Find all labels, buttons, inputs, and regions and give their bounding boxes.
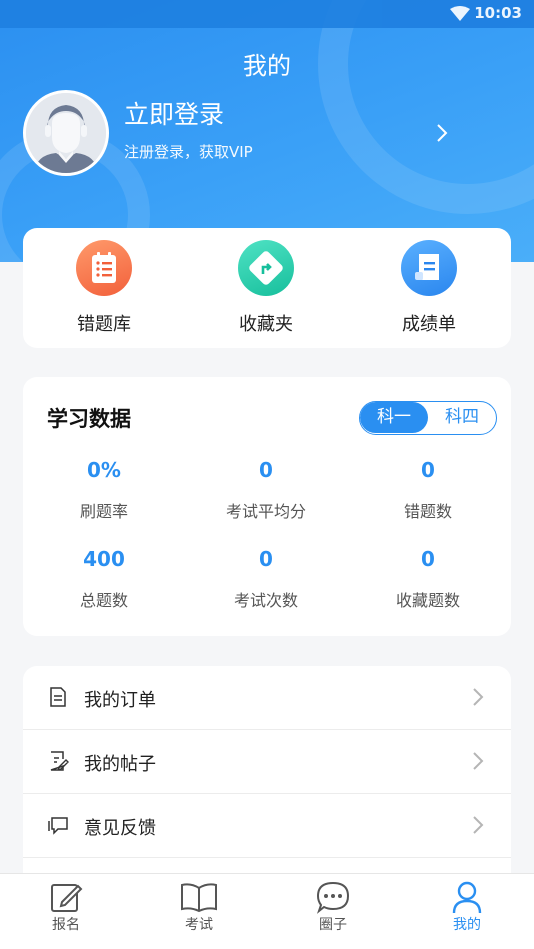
stat-favorite-count: 0 收藏题数 [347,547,509,611]
favorites-icon [238,240,294,296]
tab-label: 圈子 [319,917,347,933]
menu-item-posts[interactable]: 我的帖子 [23,730,511,794]
menu-label: 意见反馈 [84,818,156,839]
user-icon [452,881,482,914]
tab-label: 考试 [185,917,213,933]
login-subtitle: 注册登录，获取VIP [124,143,253,161]
tab-label: 我的 [453,917,481,933]
stat-value: 0 [259,547,273,571]
stat-value: 400 [83,547,125,571]
stat-average-score: 0 考试平均分 [185,458,347,522]
tab-exam[interactable]: 考试 [159,880,239,934]
stat-label: 考试次数 [233,591,298,610]
shortcut-wrong-questions[interactable]: 错题库 [44,240,164,336]
chevron-right-icon [473,688,484,706]
tab-mine[interactable]: 我的 [427,880,507,934]
edit-icon [51,884,83,912]
stat-label: 总题数 [79,591,128,610]
shortcut-transcript[interactable]: 成绩单 [369,240,489,336]
tab-signup[interactable]: 报名 [26,880,106,934]
shortcut-label: 成绩单 [402,314,456,335]
menu-item-feedback[interactable]: 意见反馈 [23,794,511,858]
shortcut-label: 收藏夹 [239,314,293,335]
stat-label: 错题数 [403,502,452,521]
chevron-right-icon [473,752,484,770]
stat-value: 0 [421,458,435,482]
chevron-right-icon[interactable] [435,123,449,143]
stat-exam-count: 0 考试次数 [185,547,347,611]
tab-label: 报名 [52,917,80,933]
chat-icon [316,881,350,914]
avatar[interactable] [23,90,109,176]
wrong-questions-icon [76,240,132,296]
shortcut-favorites[interactable]: 收藏夹 [206,240,326,336]
subject-toggle: 科一 科四 [359,401,497,435]
stat-total-questions: 400 总题数 [23,547,185,611]
stat-value: 0 [259,458,273,482]
menu-item-orders[interactable]: 我的订单 [23,666,511,730]
transcript-icon [401,240,457,296]
stat-label: 考试平均分 [225,502,306,521]
stat-value: 0% [87,458,121,482]
status-time: 10:03 [474,4,522,22]
study-data-title: 学习数据 [47,407,131,431]
profile-header: 10:03 我的 立即登录 注册登录，获取VIP [0,0,534,262]
stat-label: 收藏题数 [395,591,460,610]
edit-note-icon [50,751,69,771]
stat-label: 刷题率 [79,502,128,521]
subject-option-4[interactable]: 科四 [428,402,496,433]
chevron-right-icon [473,816,484,834]
stat-wrong-count: 0 错题数 [347,458,509,522]
wifi-icon [450,6,470,21]
page-title: 我的 [243,52,291,80]
menu-label: 我的订单 [84,690,156,711]
shortcut-card: 错题库 收藏夹 成绩单 [23,228,511,348]
login-title[interactable]: 立即登录 [124,95,224,131]
decor-ring [318,0,534,214]
bottom-tab-bar: 报名 考试 圈子 我的 [0,873,534,949]
document-icon [50,687,66,707]
tab-circle[interactable]: 圈子 [293,880,373,934]
study-data-card: 学习数据 科一 科四 0% 刷题率 0 考试平均分 0 错题数 400 总题数 … [23,377,511,636]
stat-value: 0 [421,547,435,571]
menu-label: 我的帖子 [84,754,156,775]
book-icon [181,883,217,913]
avatar-placeholder-icon [26,93,106,173]
feedback-icon [48,817,68,835]
stat-practice-rate: 0% 刷题率 [23,458,185,522]
status-bar: 10:03 [0,0,534,28]
subject-option-1[interactable]: 科一 [360,402,428,433]
shortcut-label: 错题库 [77,314,131,335]
menu-card: 我的订单 我的帖子 意见反馈 [23,666,511,876]
